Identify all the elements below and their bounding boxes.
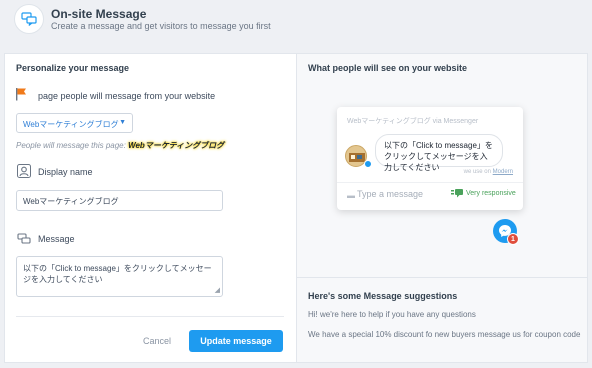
responsive-icon (451, 189, 463, 198)
message-label: Message (38, 234, 75, 244)
suggestion-item[interactable]: We have a special 10% discount fo new bu… (308, 330, 580, 339)
display-name-field[interactable]: Webマーケティングブログ (16, 190, 223, 211)
widget-title: Webマーケティングブログ via Messenger (347, 118, 479, 125)
responsive-label: Very responsive (466, 190, 516, 197)
message-bubble: 以下の「Click to message」をクリックしてメッセージを入力してくだ… (375, 134, 503, 172)
page-select-value: Webマーケティングブログ (23, 120, 119, 129)
we-use-text: we use on Modern (464, 169, 513, 175)
messenger-badge-icon (364, 160, 372, 168)
suggestions-title: Here's some Message suggestions (308, 291, 458, 301)
message-textarea[interactable]: 以下の「Click to message」をクリックしてメッセージを入力してくだ… (16, 256, 223, 297)
message-value: 以下の「Click to message」をクリックしてメッセージを入力してくだ… (23, 264, 212, 284)
page-title: On-site Message (51, 7, 147, 21)
display-name-label: Display name (38, 167, 93, 177)
form-divider (16, 316, 284, 317)
chevron-down-icon: ▼ (119, 119, 126, 126)
display-name-value: Webマーケティングブログ (23, 197, 119, 206)
page-subtitle: Create a message and get visitors to mes… (51, 21, 271, 31)
page-helper-page: Webマーケティングブログ (128, 141, 225, 150)
resize-handle-icon[interactable]: ◢ (215, 287, 220, 294)
page-helper-prefix: People will message this page: (16, 141, 126, 150)
messenger-widget-preview: Webマーケティングブログ via Messenger 以下の「Click to… (337, 107, 523, 210)
page-header: On-site Message Create a message and get… (0, 0, 592, 48)
we-use-prefix: we use on (463, 169, 491, 175)
page-helper-text: People will message this page: Webマーケティン… (16, 140, 224, 151)
type-message-input[interactable]: Type a message (357, 189, 423, 199)
suggestion-item[interactable]: Hi! we're here to help if you have any q… (308, 310, 476, 319)
suggestions-divider (296, 277, 588, 278)
we-use-link[interactable]: Modern (493, 169, 513, 175)
chat-icon: ▬ (347, 191, 355, 200)
personalize-title: Personalize your message (16, 63, 130, 73)
chat-bubbles-icon (14, 4, 44, 34)
flag-icon (16, 88, 26, 101)
page-select[interactable]: Webマーケティングブログ ▼ (16, 113, 133, 133)
update-message-button[interactable]: Update message (189, 330, 283, 352)
notification-badge: 1 (507, 233, 519, 245)
cancel-button[interactable]: Cancel (143, 336, 171, 346)
message-icon (17, 233, 31, 244)
user-icon (17, 164, 31, 178)
page-select-label: page people will message from your websi… (38, 91, 216, 101)
widget-divider (337, 182, 523, 183)
preview-title: What people will see on your website (308, 63, 468, 73)
